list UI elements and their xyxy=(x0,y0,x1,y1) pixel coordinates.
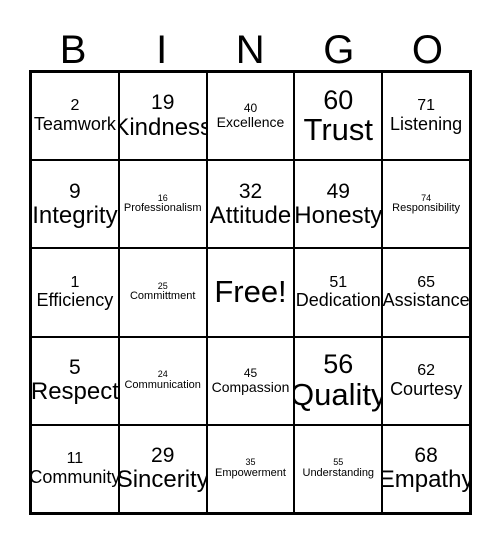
bingo-cell-word: Understanding xyxy=(302,466,375,479)
bingo-cell[interactable]: 45 Compassion xyxy=(208,337,296,424)
bingo-cell[interactable]: 71 Listening xyxy=(383,73,469,159)
bingo-cell[interactable]: 56 Quality xyxy=(295,337,384,424)
bingo-cell-number: 11 xyxy=(66,450,84,468)
bingo-cell-word: Community xyxy=(32,466,120,487)
bingo-cell[interactable]: 55 Understanding xyxy=(295,425,384,513)
bingo-cell-word: Responsibility xyxy=(392,202,461,215)
bingo-cell[interactable]: 49 Honesty xyxy=(295,161,384,248)
bingo-cell-word: Professionalism xyxy=(123,202,202,215)
bingo-cell-word: Communication xyxy=(124,378,201,391)
bingo-cell[interactable]: 74 Responsibility xyxy=(383,161,469,247)
bingo-cell-word: Efficiency xyxy=(36,290,114,311)
bingo-cell-number: 49 xyxy=(326,179,350,203)
bingo-cell[interactable]: 19Kindness xyxy=(120,73,208,160)
bingo-cell-number: 51 xyxy=(329,273,348,291)
bingo-cell-number: 9 xyxy=(69,179,81,203)
bingo-row: 5 Respect 24 Communication 45 Compassion 56 Qua… xyxy=(32,337,469,426)
bingo-cell-word: Sincerity xyxy=(119,466,208,494)
bingo-cell-number: 68 xyxy=(414,444,438,468)
bingo-cell-word: Respect xyxy=(32,378,119,406)
bingo-header: B I N G O xyxy=(29,14,472,70)
header-letter-o: O xyxy=(411,28,444,72)
bingo-cell-word: Empowerment xyxy=(215,466,286,479)
bingo-cell-word: Trust xyxy=(303,112,374,147)
bingo-cell-number: 29 xyxy=(151,444,175,468)
bingo-cell-number: 56 xyxy=(323,349,354,380)
bingo-cell[interactable]: 9 Integrity xyxy=(32,161,120,248)
bingo-cell[interactable]: 29 Sincerity xyxy=(119,425,208,513)
header-letter-b: B xyxy=(59,28,87,72)
header-letter-i: I xyxy=(156,28,168,72)
bingo-cell-number: 62 xyxy=(417,361,435,379)
bingo-cell-word: Quality xyxy=(295,376,384,412)
bingo-cell-word: Teamwork xyxy=(33,114,116,135)
bingo-cell[interactable]: 5 Respect xyxy=(32,337,120,424)
header-letter-n: N xyxy=(235,28,266,72)
bingo-cell[interactable]: 24 Communication xyxy=(120,337,208,424)
bingo-cell-word: Committment xyxy=(129,290,196,303)
bingo-row: 9 Integrity 16 Professionalism 32 Attitude 49 H… xyxy=(32,161,469,250)
bingo-cell-word: Kindness xyxy=(120,113,208,141)
bingo-cell[interactable]: 11 Community xyxy=(32,425,120,513)
bingo-cell[interactable]: 25 Committment xyxy=(120,249,208,336)
bingo-cell-word: Attitude xyxy=(209,201,292,229)
bingo-cell-word: Listening xyxy=(390,114,463,135)
bingo-cell-number: 19 xyxy=(151,91,175,115)
bingo-cell-number: 1 xyxy=(70,273,80,291)
bingo-cell[interactable]: 60 Trust xyxy=(295,73,384,160)
bingo-cell[interactable]: 2 Teamwork xyxy=(32,73,120,160)
bingo-cell-number: 2 xyxy=(70,97,80,115)
bingo-cell-word: Empathy xyxy=(383,466,469,494)
bingo-row: 1 Efficiency 25 Committment Free! 51 Dedicatio… xyxy=(32,249,469,338)
bingo-cell-word: Honesty xyxy=(295,201,383,229)
header-letter-g: G xyxy=(323,28,355,72)
bingo-cell[interactable]: 65 Assistance xyxy=(383,249,469,335)
bingo-cell-word: Dedication xyxy=(295,290,381,311)
bingo-cell-number: 71 xyxy=(417,97,435,115)
bingo-cell[interactable]: 51 Dedication xyxy=(295,249,384,336)
bingo-cell-word: Free! xyxy=(214,274,287,310)
bingo-cell[interactable]: 68 Empathy xyxy=(383,426,469,512)
bingo-cell-number: 5 xyxy=(69,356,81,380)
bingo-cell-number: 45 xyxy=(243,366,258,381)
bingo-cell-number: 65 xyxy=(417,273,435,291)
bingo-cell[interactable]: 40 Excellence xyxy=(208,73,296,160)
bingo-grid: 2Teamwork19Kindness40Excellence60Trust71… xyxy=(29,70,472,515)
bingo-cell[interactable]: 16 Professionalism xyxy=(120,161,208,248)
bingo-card: B I N G O 2Teamwork19Kindness40Excellenc… xyxy=(0,0,501,544)
bingo-cell-word: Courtesy xyxy=(390,378,463,399)
bingo-cell[interactable]: 62 Courtesy xyxy=(383,338,469,424)
bingo-cell-word: Compassion xyxy=(211,378,290,395)
bingo-cell-number: 60 xyxy=(323,84,354,115)
bingo-cell-word: Integrity xyxy=(32,201,118,229)
bingo-cell-number: 32 xyxy=(238,179,263,203)
bingo-free-space[interactable]: Free! xyxy=(208,249,296,336)
bingo-row: 2Teamwork19Kindness40Excellence60Trust71… xyxy=(32,73,469,162)
bingo-cell[interactable]: 1 Efficiency xyxy=(32,249,120,336)
bingo-cell-word: Assistance xyxy=(383,290,469,311)
bingo-cell[interactable]: 35 Empowerment xyxy=(208,425,296,513)
bingo-row: 11 Community 29 Sincerity 35 Empowerment 55 Und… xyxy=(32,425,469,513)
bingo-cell[interactable]: 32 Attitude xyxy=(208,161,296,248)
bingo-cell-word: Excellence xyxy=(216,114,285,131)
